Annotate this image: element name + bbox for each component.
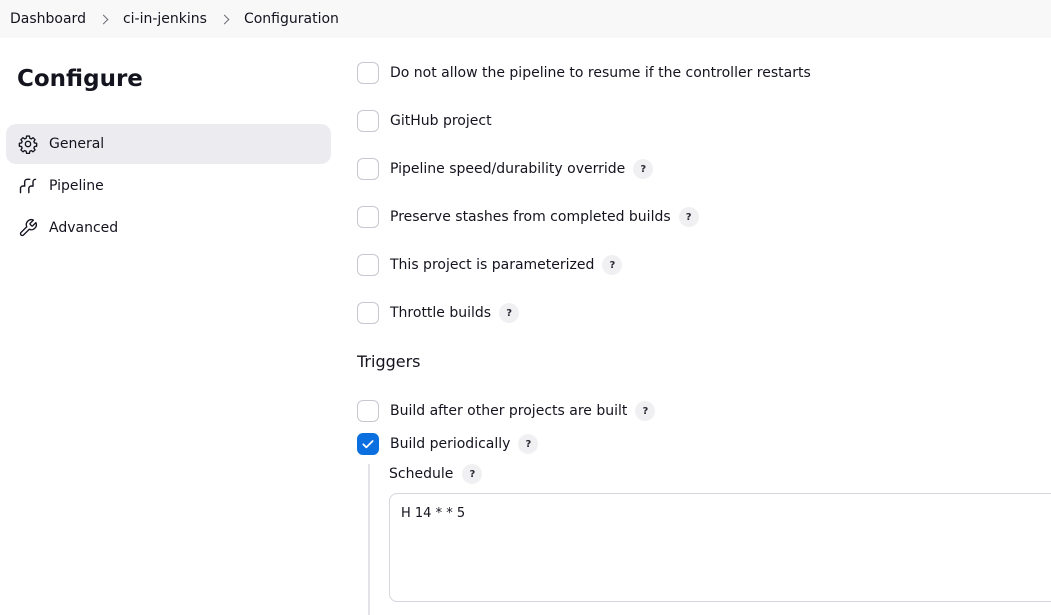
sidebar-item-label: Pipeline	[49, 178, 104, 194]
breadcrumb: Dashboard ci-in-jenkins Configuration	[0, 0, 1051, 38]
breadcrumb-dashboard[interactable]: Dashboard	[10, 11, 86, 27]
sidebar-item-label: General	[49, 136, 105, 152]
build-after-other-projects-checkbox[interactable]	[357, 400, 379, 422]
resume-checkbox[interactable]	[357, 62, 379, 84]
wrench-icon	[17, 217, 39, 239]
schedule-input[interactable]: H 14 * * 5	[389, 493, 1051, 602]
option-build-periodically: Build periodically ?	[357, 432, 539, 456]
option-label[interactable]: Build after other projects are built	[390, 403, 627, 419]
option-throttle-builds: Throttle builds ?	[357, 301, 520, 325]
schedule-label: Schedule	[389, 466, 454, 482]
sidebar-item-advanced[interactable]: Advanced	[6, 208, 331, 248]
breadcrumb-configuration[interactable]: Configuration	[244, 11, 339, 27]
sidebar-item-general[interactable]: General	[6, 124, 331, 164]
option-label[interactable]: This project is parameterized	[390, 257, 594, 273]
option-preserve-stashes: Preserve stashes from completed builds ?	[357, 205, 699, 229]
build-periodically-checkbox[interactable]	[357, 433, 379, 455]
option-parameterized: This project is parameterized ?	[357, 253, 623, 277]
option-github-project: GitHub project	[357, 109, 492, 133]
help-icon[interactable]: ?	[462, 464, 483, 484]
help-icon[interactable]: ?	[602, 255, 623, 275]
option-resume: Do not allow the pipeline to resume if t…	[357, 61, 811, 85]
option-durability-override: Pipeline speed/durability override ?	[357, 157, 654, 181]
sidebar-item-label: Advanced	[49, 220, 119, 236]
help-icon[interactable]: ?	[633, 159, 654, 179]
page-title: Configure	[17, 66, 143, 92]
help-icon[interactable]: ?	[518, 434, 539, 454]
checkmark-icon	[362, 440, 374, 449]
option-label[interactable]: Preserve stashes from completed builds	[390, 209, 671, 225]
chevron-right-icon	[98, 14, 109, 24]
durability-override-checkbox[interactable]	[357, 158, 379, 180]
breadcrumb-ci-in-jenkins[interactable]: ci-in-jenkins	[123, 11, 207, 27]
github-project-checkbox[interactable]	[357, 110, 379, 132]
gear-icon	[17, 133, 39, 155]
chevron-right-icon	[219, 14, 230, 24]
option-build-after-other-projects: Build after other projects are built ?	[357, 399, 656, 423]
option-label[interactable]: Build periodically	[390, 436, 510, 452]
help-icon[interactable]: ?	[635, 401, 656, 421]
sidebar-item-pipeline[interactable]: Pipeline	[6, 166, 331, 206]
option-label[interactable]: GitHub project	[390, 113, 492, 129]
parameterized-checkbox[interactable]	[357, 254, 379, 276]
help-icon[interactable]: ?	[678, 207, 699, 227]
preserve-stashes-checkbox[interactable]	[357, 206, 379, 228]
option-label[interactable]: Throttle builds	[390, 305, 491, 321]
nested-section-divider	[368, 464, 370, 615]
pipeline-icon	[17, 175, 39, 197]
schedule-label-row: Schedule ?	[389, 464, 483, 484]
option-label[interactable]: Do not allow the pipeline to resume if t…	[390, 65, 811, 81]
help-icon[interactable]: ?	[499, 303, 520, 323]
throttle-builds-checkbox[interactable]	[357, 302, 379, 324]
triggers-heading: Triggers	[357, 352, 421, 371]
option-label[interactable]: Pipeline speed/durability override	[390, 161, 625, 177]
